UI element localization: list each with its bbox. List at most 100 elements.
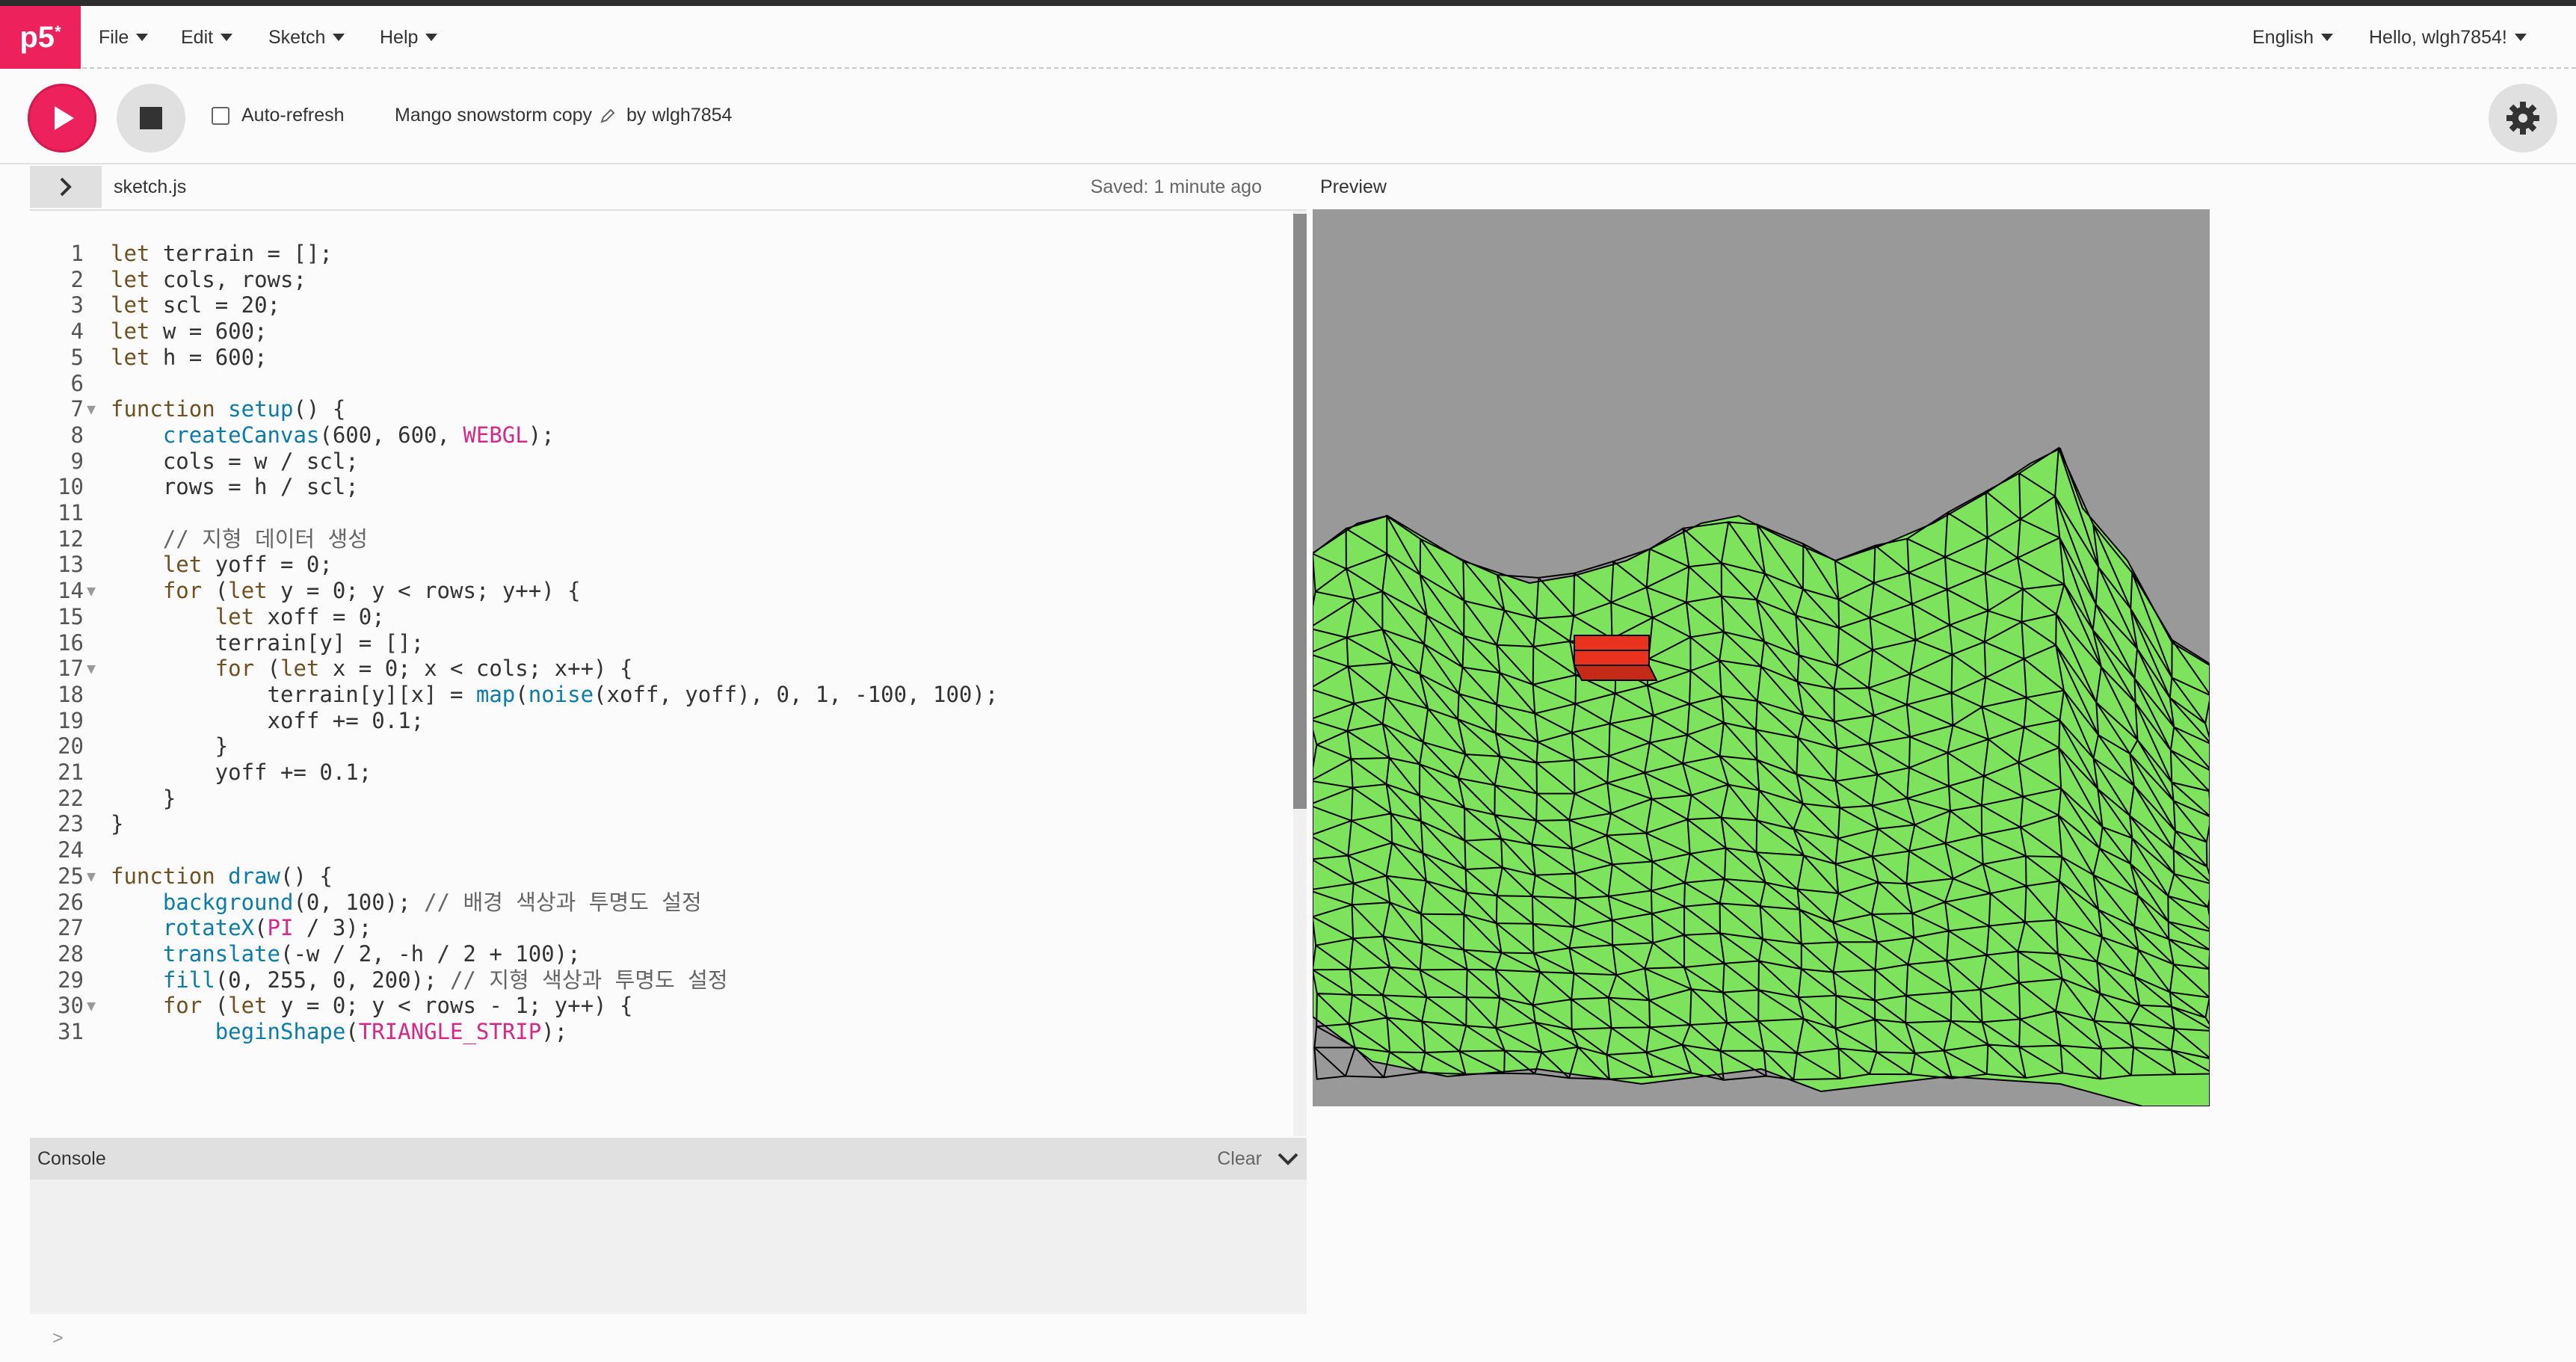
line-number: 22 (58, 785, 84, 811)
line-number: 24 (58, 837, 84, 863)
code-line[interactable]: 17 ▼ for (let x = 0; x < cols; x++) { (30, 654, 1293, 682)
code-line[interactable]: 22 } (30, 784, 1293, 813)
menu-help[interactable]: Help (380, 6, 438, 69)
code-line[interactable]: 30 ▼ for (let y = 0; y < rows - 1; y++) { (30, 991, 1293, 1020)
fold-toggle-icon[interactable]: ▼ (87, 395, 96, 423)
sketch-name[interactable]: Mango snowstorm copy (395, 105, 592, 126)
owner-link[interactable]: wlgh7854 (652, 105, 732, 126)
code-text: cols = w / scl; (111, 448, 359, 474)
code-line[interactable]: 16 terrain[y] = []; (30, 629, 1293, 657)
menu-edit[interactable]: Edit (181, 6, 233, 69)
code-line[interactable]: 24 (30, 836, 1293, 864)
code-line[interactable]: 25 ▼ function draw() { (30, 862, 1293, 890)
fold-toggle-icon[interactable]: ▼ (87, 654, 96, 682)
code-line[interactable]: 10 rows = h / scl; (30, 472, 1293, 501)
code-text: createCanvas(600, 600, WEBGL); (162, 422, 555, 448)
code-text: yoff += 0.1; (111, 759, 372, 785)
settings-button[interactable] (2489, 84, 2557, 152)
menu-file-label: File (99, 26, 129, 48)
code-text: for (let x = 0; x < cols; x++) { (215, 656, 633, 682)
user-menu[interactable]: Hello, wlgh7854! (2369, 6, 2527, 69)
code-line[interactable]: 7 ▼ function setup() { (30, 395, 1293, 423)
code-line[interactable]: 18 terrain[y][x] = map(noise(xoff, yoff)… (30, 680, 1293, 709)
stop-icon (140, 107, 162, 129)
code-line[interactable]: 1 let terrain = []; (30, 239, 1293, 268)
code-line[interactable]: 5 let h = 600; (30, 343, 1293, 372)
code-line[interactable]: 9 cols = w / scl; (30, 447, 1293, 475)
chevron-down-icon[interactable] (1277, 1150, 1299, 1168)
menu-sketch[interactable]: Sketch (268, 6, 345, 69)
fold-toggle-icon[interactable]: ▼ (87, 576, 96, 605)
code-text: let xoff = 0; (215, 603, 385, 629)
code-editor[interactable]: 1 let terrain = []; 2 let cols, rows; 3 let s… (30, 209, 1307, 1136)
code-line[interactable]: 8 createCanvas(600, 600, WEBGL); (30, 421, 1293, 449)
fold-toggle-icon[interactable]: ▼ (87, 991, 96, 1020)
code-line[interactable]: 12 // 지형 데이터 생성 (30, 525, 1293, 553)
code-text: } (111, 785, 176, 811)
toolbar: Auto-refresh Mango snowstorm copy by wlg… (0, 70, 2576, 164)
console-clear-button[interactable]: Clear (1217, 1148, 1262, 1170)
console-prompt: > (52, 1328, 64, 1349)
console-input[interactable]: > (30, 1314, 1307, 1362)
editor-scroll-thumb[interactable] (1293, 214, 1307, 809)
p5-logo[interactable]: p5 * (0, 6, 81, 69)
line-number: 28 (58, 940, 84, 967)
code-line[interactable]: 23} (30, 810, 1293, 838)
code-line[interactable]: 3 let scl = 20; (30, 291, 1293, 319)
code-line[interactable]: 15 let xoff = 0; (30, 603, 1293, 631)
line-number: 10 (58, 474, 84, 500)
pencil-icon[interactable] (600, 108, 616, 124)
by-label: by (626, 105, 647, 126)
auto-refresh-checkbox[interactable] (212, 106, 229, 125)
code-text: terrain[y][x] = map(noise(xoff, yoff), 0… (111, 681, 999, 707)
code-line[interactable]: 19 xoff += 0.1; (30, 706, 1293, 735)
fold-toggle-icon[interactable]: ▼ (87, 862, 96, 890)
code-text: // 지형 데이터 생성 (162, 526, 368, 552)
code-line[interactable]: 31 beginShape(TRIANGLE_STRIP); (30, 1017, 1293, 1046)
line-number: 27 (58, 915, 84, 941)
saved-status: Saved: 1 minute ago (1090, 176, 1262, 197)
menu-sketch-label: Sketch (268, 26, 326, 48)
file-tab[interactable]: sketch.js (114, 176, 186, 198)
code-text: fill(0, 255, 0, 200); // 지형 색상과 투명도 설정 (162, 967, 728, 993)
code-line[interactable]: 27 rotateX(PI / 3); (30, 913, 1293, 942)
line-number: 20 (58, 733, 84, 759)
code-line[interactable]: 4 let w = 600; (30, 317, 1293, 345)
sidebar-toggle-button[interactable] (30, 166, 102, 208)
console-header: Console Clear (30, 1138, 1307, 1180)
sketch-title: Mango snowstorm copy by wlgh7854 (395, 105, 732, 126)
line-number: 16 (58, 629, 84, 656)
code-line[interactable]: 26 background(0, 100); // 배경 색상과 투명도 설정 (30, 888, 1293, 916)
code-line[interactable]: 13 let yoff = 0; (30, 550, 1293, 579)
code-line[interactable]: 29 fill(0, 255, 0, 200); // 지형 색상과 투명도 설… (30, 966, 1293, 994)
code-line[interactable]: 20 } (30, 732, 1293, 760)
code-text: let cols, rows; (111, 266, 306, 292)
editor-scrollbar[interactable] (1293, 211, 1307, 1136)
play-button[interactable] (28, 84, 96, 152)
code-line[interactable]: 6 (30, 369, 1293, 398)
line-number: 14 (58, 578, 84, 604)
caret-down-icon (2514, 34, 2527, 41)
menu-edit-label: Edit (181, 26, 214, 48)
code-line[interactable]: 28 translate(-w / 2, -h / 2 + 100); (30, 940, 1293, 968)
top-nav: p5 * File Edit Sketch Help English Hello,… (0, 6, 2576, 69)
line-number: 6 (70, 370, 84, 396)
stop-button[interactable] (117, 84, 185, 152)
code-text: rotateX(PI / 3); (162, 915, 372, 941)
caret-down-icon (2321, 34, 2333, 41)
code-text: let yoff = 0; (162, 552, 333, 578)
menu-file[interactable]: File (99, 6, 149, 69)
preview-canvas[interactable] (1313, 209, 2210, 1106)
language-menu[interactable]: English (2252, 6, 2333, 69)
code-line[interactable]: 2 let cols, rows; (30, 265, 1293, 294)
code-line[interactable]: 11 (30, 499, 1293, 527)
caret-down-icon (221, 34, 233, 41)
code-line[interactable]: 14 ▼ for (let y = 0; y < rows; y++) { (30, 576, 1293, 605)
code-text: let scl = 20; (111, 292, 280, 318)
line-number: 12 (58, 526, 84, 552)
window-top-strip (0, 0, 2576, 6)
logo-asterisk: * (55, 22, 61, 41)
code-line[interactable]: 21 yoff += 0.1; (30, 758, 1293, 786)
line-number: 1 (70, 241, 84, 266)
auto-refresh-toggle[interactable]: Auto-refresh (212, 105, 345, 126)
